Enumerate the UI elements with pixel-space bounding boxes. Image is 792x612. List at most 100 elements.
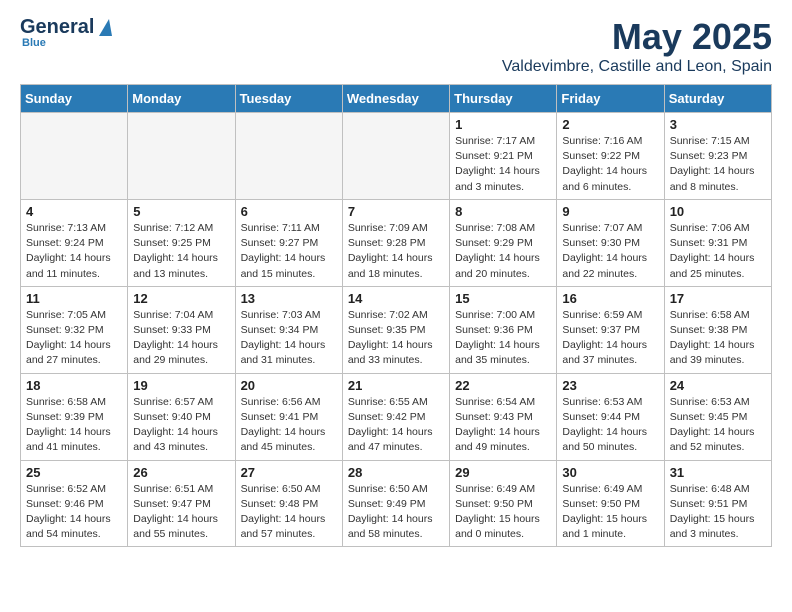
calendar-cell [235, 113, 342, 200]
day-number: 24 [670, 378, 766, 393]
logo: General Blue [20, 16, 112, 49]
day-detail: Sunrise: 6:54 AMSunset: 9:43 PMDaylight:… [455, 395, 551, 456]
calendar-cell: 4 Sunrise: 7:13 AMSunset: 9:24 PMDaylight… [21, 199, 128, 286]
calendar-cell: 3 Sunrise: 7:15 AMSunset: 9:23 PMDaylight… [664, 113, 771, 200]
header-sunday: Sunday [21, 85, 128, 113]
day-number: 5 [133, 204, 229, 219]
day-number: 16 [562, 291, 658, 306]
calendar-cell: 22 Sunrise: 6:54 AMSunset: 9:43 PMDayligh… [450, 373, 557, 460]
day-detail: Sunrise: 7:13 AMSunset: 9:24 PMDaylight:… [26, 221, 122, 282]
calendar-cell: 14Sunrise: 7:02 AMSunset: 9:35 PMDayligh… [342, 286, 449, 373]
day-detail: Sunrise: 6:52 AMSunset: 9:46 PMDaylight:… [26, 482, 122, 543]
day-number: 20 [241, 378, 337, 393]
day-number: 27 [241, 465, 337, 480]
day-detail: Sunrise: 7:06 AMSunset: 9:31 PMDaylight:… [670, 221, 766, 282]
header-monday: Monday [128, 85, 235, 113]
header-friday: Friday [557, 85, 664, 113]
calendar-cell [128, 113, 235, 200]
day-detail: Sunrise: 6:48 AMSunset: 9:51 PMDaylight:… [670, 482, 766, 543]
calendar-week-row: 1 Sunrise: 7:17 AMSunset: 9:21 PMDaylight… [21, 113, 772, 200]
calendar-week-row: 11 Sunrise: 7:05 AMSunset: 9:32 PMDayligh… [21, 286, 772, 373]
day-detail: Sunrise: 7:02 AMSunset: 9:35 PMDaylight:… [348, 308, 444, 369]
header-thursday: Thursday [450, 85, 557, 113]
day-detail: Sunrise: 6:53 AMSunset: 9:45 PMDaylight:… [670, 395, 766, 456]
day-detail: Sunrise: 6:55 AMSunset: 9:42 PMDaylight:… [348, 395, 444, 456]
header-wednesday: Wednesday [342, 85, 449, 113]
day-number: 30 [562, 465, 658, 480]
calendar-cell [342, 113, 449, 200]
calendar-week-row: 18Sunrise: 6:58 AMSunset: 9:39 PMDayligh… [21, 373, 772, 460]
calendar-cell: 20 Sunrise: 6:56 AMSunset: 9:41 PMDayligh… [235, 373, 342, 460]
day-number: 7 [348, 204, 444, 219]
day-number: 19 [133, 378, 229, 393]
calendar-cell [21, 113, 128, 200]
day-number: 23 [562, 378, 658, 393]
calendar-cell: 26 Sunrise: 6:51 AMSunset: 9:47 PMDayligh… [128, 460, 235, 547]
day-number: 8 [455, 204, 551, 219]
calendar-cell: 15 Sunrise: 7:00 AMSunset: 9:36 PMDayligh… [450, 286, 557, 373]
day-number: 22 [455, 378, 551, 393]
title-block: May 2025 Valdevimbre, Castille and Leon,… [502, 16, 772, 76]
calendar-cell: 5 Sunrise: 7:12 AMSunset: 9:25 PMDaylight… [128, 199, 235, 286]
calendar-cell: 19 Sunrise: 6:57 AMSunset: 9:40 PMDayligh… [128, 373, 235, 460]
day-detail: Sunrise: 6:59 AMSunset: 9:37 PMDaylight:… [562, 308, 658, 369]
day-detail: Sunrise: 7:08 AMSunset: 9:29 PMDaylight:… [455, 221, 551, 282]
day-detail: Sunrise: 7:15 AMSunset: 9:23 PMDaylight:… [670, 134, 766, 195]
logo-triangle-icon [99, 19, 112, 36]
calendar-cell: 27 Sunrise: 6:50 AMSunset: 9:48 PMDayligh… [235, 460, 342, 547]
calendar-header-row: SundayMondayTuesdayWednesdayThursdayFrid… [21, 85, 772, 113]
calendar-cell: 13 Sunrise: 7:03 AMSunset: 9:34 PMDayligh… [235, 286, 342, 373]
logo-blue-word: Blue [22, 37, 46, 49]
day-number: 15 [455, 291, 551, 306]
calendar-cell: 28 Sunrise: 6:50 AMSunset: 9:49 PMDayligh… [342, 460, 449, 547]
header-saturday: Saturday [664, 85, 771, 113]
day-number: 13 [241, 291, 337, 306]
day-number: 12 [133, 291, 229, 306]
day-detail: Sunrise: 7:00 AMSunset: 9:36 PMDaylight:… [455, 308, 551, 369]
day-number: 17 [670, 291, 766, 306]
day-number: 11 [26, 291, 122, 306]
calendar-cell: 7Sunrise: 7:09 AMSunset: 9:28 PMDaylight… [342, 199, 449, 286]
day-number: 26 [133, 465, 229, 480]
day-detail: Sunrise: 7:03 AMSunset: 9:34 PMDaylight:… [241, 308, 337, 369]
header-tuesday: Tuesday [235, 85, 342, 113]
day-detail: Sunrise: 7:17 AMSunset: 9:21 PMDaylight:… [455, 134, 551, 195]
day-number: 21 [348, 378, 444, 393]
day-number: 6 [241, 204, 337, 219]
day-detail: Sunrise: 6:50 AMSunset: 9:48 PMDaylight:… [241, 482, 337, 543]
calendar-cell: 10 Sunrise: 7:06 AMSunset: 9:31 PMDayligh… [664, 199, 771, 286]
day-detail: Sunrise: 6:56 AMSunset: 9:41 PMDaylight:… [241, 395, 337, 456]
calendar-cell: 29 Sunrise: 6:49 AMSunset: 9:50 PMDayligh… [450, 460, 557, 547]
day-detail: Sunrise: 6:49 AMSunset: 9:50 PMDaylight:… [455, 482, 551, 543]
day-number: 4 [26, 204, 122, 219]
calendar-cell: 6Sunrise: 7:11 AMSunset: 9:27 PMDaylight… [235, 199, 342, 286]
day-detail: Sunrise: 7:12 AMSunset: 9:25 PMDaylight:… [133, 221, 229, 282]
header: General Blue May 2025 Valdevimbre, Casti… [20, 16, 772, 76]
logo-general-word: General [20, 16, 94, 39]
day-number: 31 [670, 465, 766, 480]
calendar-week-row: 25 Sunrise: 6:52 AMSunset: 9:46 PMDayligh… [21, 460, 772, 547]
day-number: 29 [455, 465, 551, 480]
day-detail: Sunrise: 6:57 AMSunset: 9:40 PMDaylight:… [133, 395, 229, 456]
calendar-cell: 2Sunrise: 7:16 AMSunset: 9:22 PMDaylight… [557, 113, 664, 200]
day-number: 9 [562, 204, 658, 219]
day-detail: Sunrise: 7:05 AMSunset: 9:32 PMDaylight:… [26, 308, 122, 369]
day-number: 28 [348, 465, 444, 480]
month-title: May 2025 [502, 16, 772, 58]
day-detail: Sunrise: 7:04 AMSunset: 9:33 PMDaylight:… [133, 308, 229, 369]
day-detail: Sunrise: 6:53 AMSunset: 9:44 PMDaylight:… [562, 395, 658, 456]
page: General Blue May 2025 Valdevimbre, Casti… [0, 0, 792, 563]
day-number: 18 [26, 378, 122, 393]
day-number: 3 [670, 117, 766, 132]
day-detail: Sunrise: 6:51 AMSunset: 9:47 PMDaylight:… [133, 482, 229, 543]
calendar-cell: 31 Sunrise: 6:48 AMSunset: 9:51 PMDayligh… [664, 460, 771, 547]
day-number: 25 [26, 465, 122, 480]
day-number: 1 [455, 117, 551, 132]
day-number: 10 [670, 204, 766, 219]
calendar-cell: 16 Sunrise: 6:59 AMSunset: 9:37 PMDayligh… [557, 286, 664, 373]
calendar-week-row: 4 Sunrise: 7:13 AMSunset: 9:24 PMDaylight… [21, 199, 772, 286]
day-number: 2 [562, 117, 658, 132]
calendar-cell: 1 Sunrise: 7:17 AMSunset: 9:21 PMDaylight… [450, 113, 557, 200]
day-detail: Sunrise: 6:50 AMSunset: 9:49 PMDaylight:… [348, 482, 444, 543]
calendar-cell: 30Sunrise: 6:49 AMSunset: 9:50 PMDayligh… [557, 460, 664, 547]
